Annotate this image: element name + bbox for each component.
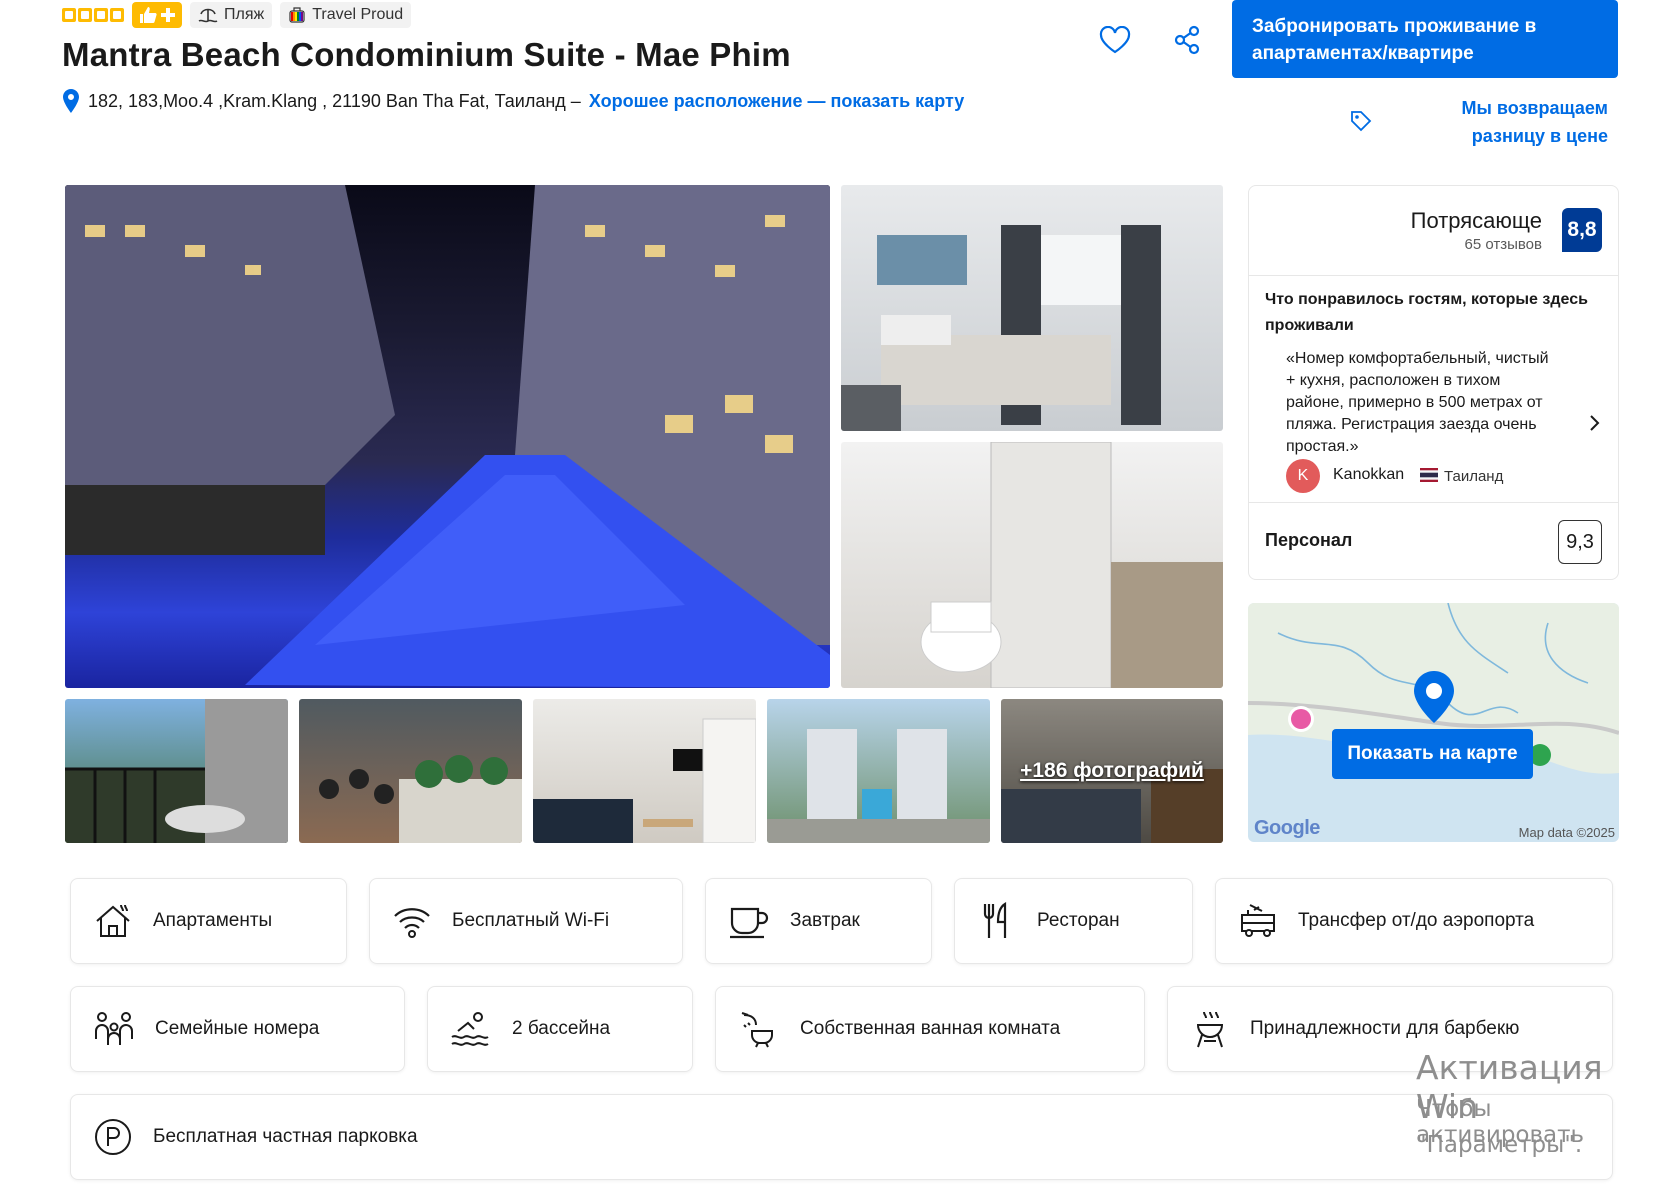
page-title: Mantra Beach Condominium Suite - Mae Phi… xyxy=(62,36,791,73)
bathroom-illustration xyxy=(920,442,1223,688)
address-row: 182, 183,Moo.4 ,Kram.Klang , 21190 Ban T… xyxy=(62,88,964,114)
rating-word: Потрясающе xyxy=(1410,208,1542,233)
facility-label: Завтрак xyxy=(790,910,860,931)
avatar: K xyxy=(1286,459,1320,493)
photo-balcony[interactable] xyxy=(65,699,288,843)
beach-badge[interactable]: Пляж xyxy=(190,2,273,28)
photo-bedroom[interactable] xyxy=(841,185,1223,431)
restaurant-icon xyxy=(983,902,1007,938)
bbq-icon xyxy=(1196,1011,1224,1048)
parking-icon xyxy=(95,1119,131,1155)
reviewer-country: Таиланд xyxy=(1444,468,1504,485)
facility-label: Бесплатная частная парковка xyxy=(153,1126,418,1147)
heart-icon xyxy=(1099,26,1131,54)
staff-score: 9,3 xyxy=(1558,520,1602,564)
photo-bedroom-2[interactable]: +186 фотографий xyxy=(1001,699,1223,843)
location-pin-icon xyxy=(63,89,79,113)
liked-heading: Что понравилось гостям, которые здесь пр… xyxy=(1265,291,1588,334)
restaurant-illustration xyxy=(319,755,522,843)
facility-label: Ресторан xyxy=(1037,910,1120,931)
plus-icon xyxy=(161,8,175,22)
address-text: 182, 183,Moo.4 ,Kram.Klang , 21190 Ban T… xyxy=(88,90,581,111)
shuttle-icon xyxy=(1241,904,1275,937)
price-match-link[interactable]: Мы возвращаем разницу в цене xyxy=(1404,94,1608,150)
beach-icon xyxy=(198,8,218,23)
book-button[interactable]: Забронировать проживание в апартаментах/… xyxy=(1232,0,1618,78)
facility-family-rooms: Семейные номера xyxy=(70,986,405,1072)
facility-private-bathroom: Собственная ванная комната xyxy=(715,986,1145,1072)
map-copyright: Map data ©2025 xyxy=(1518,825,1615,840)
preferred-partner-badge[interactable] xyxy=(132,2,182,28)
score-badge[interactable]: 8,8 xyxy=(1562,208,1602,252)
facility-label: Трансфер от/до аэропорта xyxy=(1298,910,1535,931)
pool-night-illustration xyxy=(65,185,830,688)
reviewer-name: Kanokkan xyxy=(1333,466,1405,483)
wifi-icon xyxy=(394,908,430,938)
facility-label: Собственная ванная комната xyxy=(800,1018,1061,1039)
facility-pools: 2 бассейна xyxy=(427,986,693,1072)
star-icon xyxy=(62,8,76,22)
bedroom-illustration xyxy=(841,225,1161,431)
facility-free-parking: Бесплатная частная парковка xyxy=(70,1094,1613,1180)
photo-pool-night[interactable] xyxy=(65,185,830,688)
bathroom-icon xyxy=(741,1012,773,1048)
star-icon xyxy=(110,8,124,22)
star-rating xyxy=(62,8,124,22)
facility-label: Принадлежности для барбекю xyxy=(1250,1018,1520,1039)
favorite-button[interactable] xyxy=(1095,20,1135,60)
review-quote: «Номер комфортабельный, чистый + кухня, … xyxy=(1286,350,1549,455)
facility-wifi: Бесплатный Wi-Fi xyxy=(369,878,683,964)
facility-label: Апартаменты xyxy=(153,910,273,931)
facility-breakfast: Завтрак xyxy=(705,878,932,964)
facility-restaurant: Ресторан xyxy=(954,878,1193,964)
balcony-illustration xyxy=(65,699,288,843)
watermark-line: "Параметры". xyxy=(1416,1132,1583,1158)
share-button[interactable] xyxy=(1167,20,1207,60)
photo-aerial-view[interactable] xyxy=(767,699,990,843)
price-tag-icon xyxy=(1351,111,1372,132)
living-room-illustration xyxy=(533,718,756,843)
family-icon xyxy=(95,1012,133,1045)
share-icon xyxy=(1174,25,1200,55)
thailand-flag-icon xyxy=(1420,468,1438,482)
review-card: Потрясающе 65 отзывов 8,8 Что понравилос… xyxy=(1248,185,1619,580)
breakfast-icon xyxy=(730,907,769,939)
more-photos-link[interactable]: +186 фотографий xyxy=(1001,699,1223,843)
travel-proud-icon xyxy=(289,7,305,23)
facility-label: Семейные номера xyxy=(155,1018,320,1039)
facility-label: Бесплатный Wi-Fi xyxy=(452,910,610,931)
chevron-right-icon[interactable] xyxy=(1589,414,1601,432)
facility-apartment: Апартаменты xyxy=(70,878,347,964)
photo-restaurant[interactable] xyxy=(299,699,522,843)
review-summary[interactable]: Потрясающе 65 отзывов xyxy=(1411,208,1542,253)
thumbs-up-icon xyxy=(140,7,157,23)
star-icon xyxy=(78,8,92,22)
show-on-map-button[interactable]: Показать на карте xyxy=(1332,729,1533,779)
pool-icon xyxy=(451,1012,489,1046)
badges-row: Пляж Travel Proud xyxy=(62,2,412,28)
divider xyxy=(1249,502,1618,503)
google-logo: Google xyxy=(1254,817,1320,839)
divider xyxy=(1249,275,1618,276)
photo-living-room[interactable] xyxy=(533,699,756,843)
facility-airport-shuttle: Трансфер от/до аэропорта xyxy=(1215,878,1613,964)
aerial-view-illustration xyxy=(767,729,990,843)
beach-badge-label: Пляж xyxy=(224,6,265,23)
star-icon xyxy=(94,8,108,22)
apartment-icon xyxy=(96,904,130,937)
staff-label: Персонал xyxy=(1265,530,1353,550)
travel-proud-badge[interactable]: Travel Proud xyxy=(280,2,412,28)
show-map-link[interactable]: Хорошее расположение — показать карту xyxy=(589,91,964,112)
photo-bathroom[interactable] xyxy=(841,442,1223,688)
facility-label: 2 бассейна xyxy=(512,1018,611,1039)
map-pin-icon xyxy=(1414,671,1454,723)
review-count: 65 отзывов xyxy=(1464,236,1542,253)
travel-proud-label: Travel Proud xyxy=(312,6,404,23)
